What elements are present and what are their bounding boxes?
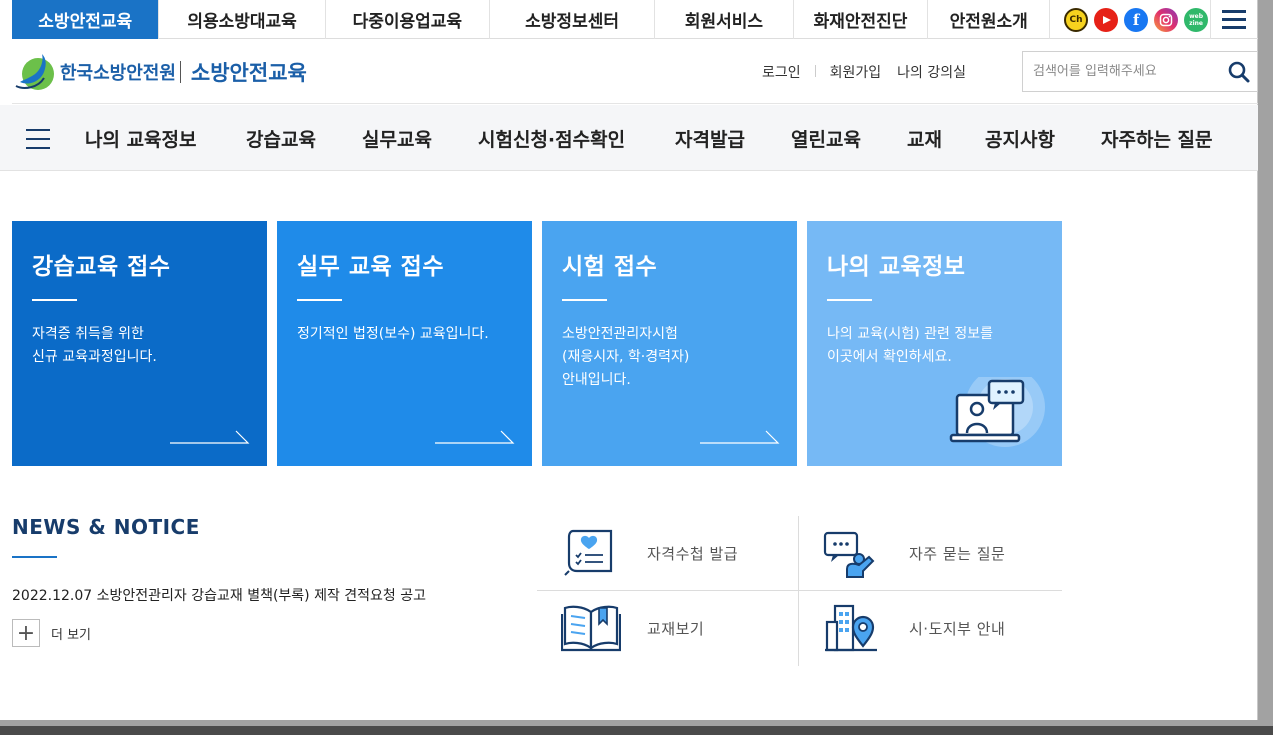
quick-link-certificate[interactable]: 자격수첩 발급 <box>537 516 799 590</box>
faq-person-icon <box>823 531 875 578</box>
arrow-right-icon <box>170 430 250 444</box>
page: 소방안전교육 의용소방대교육 다중이용업교육 소방정보센터 회원서비스 화재안전… <box>0 0 1258 720</box>
menu-icon[interactable] <box>26 129 50 149</box>
card-desc-line: 나의 교육(시험) 관련 정보를 <box>827 326 993 342</box>
nav-practical-education[interactable]: 실무교육 <box>362 125 432 152</box>
nav-notices[interactable]: 공지사항 <box>985 125 1055 152</box>
quick-link-label: 자주 묻는 질문 <box>909 544 1006 563</box>
tab-member-service[interactable]: 회원서비스 <box>655 0 794 39</box>
social-links: Ch f web zine <box>1050 0 1211 39</box>
card-desc-line: 정기적인 법정(보수) 교육입니다. <box>297 326 489 342</box>
logo-mark-icon <box>14 52 56 92</box>
building-location-icon <box>825 604 877 652</box>
card-title: 강습교육 접수 <box>32 254 171 280</box>
nav-open-education[interactable]: 열린교육 <box>791 125 861 152</box>
search-input[interactable] <box>1023 64 1218 79</box>
nav-qualification-issue[interactable]: 자격발급 <box>675 125 745 152</box>
window-right-edge <box>1258 0 1273 735</box>
window-bottom-edge <box>0 720 1273 735</box>
card-title: 시험 접수 <box>562 254 658 280</box>
signup-link[interactable]: 회원가입 <box>830 62 882 82</box>
main-nav: 나의 교육정보 강습교육 실무교육 시험신청·점수확인 자격발급 열린교육 교재… <box>0 105 1258 171</box>
card-title-underline <box>32 299 77 301</box>
tab-fire-safety-inspection[interactable]: 화재안전진단 <box>794 0 929 39</box>
sitemap-menu-button[interactable] <box>1211 0 1259 39</box>
certificate-icon <box>564 529 613 576</box>
quick-link-faq[interactable]: 자주 묻는 질문 <box>799 516 1061 590</box>
login-link[interactable]: 로그인 <box>762 62 801 82</box>
youtube-icon[interactable] <box>1094 7 1119 32</box>
org-name: 한국소방안전원 <box>60 63 176 84</box>
card-desc-line: 신규 교육과정입니다. <box>32 349 157 365</box>
quick-link-label: 교재보기 <box>647 619 705 638</box>
quick-link-textbook[interactable]: 교재보기 <box>537 591 799 665</box>
card-desc-line: 안내입니다. <box>562 372 631 388</box>
news-more-button[interactable]: + 더 보기 <box>12 619 91 647</box>
tab-about[interactable]: 안전원소개 <box>928 0 1051 39</box>
nav-training-course[interactable]: 강습교육 <box>246 125 316 152</box>
header-links: 로그인 회원가입 나의 강의실 <box>762 62 982 82</box>
news-list-item[interactable]: 2022.12.07 소방안전관리자 강습교재 별책(부록) 제작 견적요청 공… <box>12 585 426 605</box>
card-title: 실무 교육 접수 <box>297 254 444 280</box>
card-title-underline <box>827 299 872 301</box>
logo-divider <box>179 61 181 83</box>
nav-textbook[interactable]: 교재 <box>907 125 942 152</box>
tab-multi-use-business-education[interactable]: 다중이용업교육 <box>326 0 490 39</box>
arrow-right-icon <box>700 430 780 444</box>
card-title: 나의 교육정보 <box>827 254 966 280</box>
quick-link-label: 자격수첩 발급 <box>647 544 739 563</box>
top-site-tabs: 소방안전교육 의용소방대교육 다중이용업교육 소방정보센터 회원서비스 화재안전… <box>12 0 1258 39</box>
card-desc-line: 소방안전관리자시험 <box>562 326 678 342</box>
online-class-illustration-icon <box>949 377 1045 447</box>
link-divider <box>814 65 816 77</box>
search-icon[interactable] <box>1227 60 1251 84</box>
my-classroom-link[interactable]: 나의 강의실 <box>897 62 966 82</box>
card-my-education-info[interactable]: 나의 교육정보 나의 교육(시험) 관련 정보를 이곳에서 확인하세요. <box>807 221 1062 466</box>
more-label: 더 보기 <box>51 627 92 643</box>
arrow-right-icon <box>435 430 515 444</box>
news-section-title: NEWS & NOTICE <box>12 515 200 539</box>
card-title-underline <box>297 299 342 301</box>
instagram-icon[interactable] <box>1154 7 1179 32</box>
card-desc-line: (재응시자, 학·경력자) <box>562 349 690 365</box>
tab-volunteer-fire-education[interactable]: 의용소방대교육 <box>159 0 326 39</box>
quick-link-branch[interactable]: 시·도지부 안내 <box>799 591 1061 665</box>
plus-icon: + <box>12 619 40 647</box>
card-practical-application[interactable]: 실무 교육 접수 정기적인 법정(보수) 교육입니다. <box>277 221 532 466</box>
card-title-underline <box>562 299 607 301</box>
nav-faq[interactable]: 자주하는 질문 <box>1101 125 1213 152</box>
webzine-icon[interactable]: web zine <box>1184 7 1209 32</box>
open-book-icon <box>561 605 621 652</box>
nav-my-education-info[interactable]: 나의 교육정보 <box>85 125 197 152</box>
card-exam-application[interactable]: 시험 접수 소방안전관리자시험 (재응시자, 학·경력자) 안내입니다. <box>542 221 797 466</box>
nav-exam-application[interactable]: 시험신청·점수확인 <box>478 125 625 152</box>
facebook-icon[interactable]: f <box>1124 7 1149 32</box>
site-name: 소방안전교육 <box>190 61 307 85</box>
tab-fire-info-center[interactable]: 소방정보센터 <box>490 0 656 39</box>
header: 한국소방안전원 소방안전교육 로그인 회원가입 나의 강의실 <box>12 40 1258 104</box>
card-training-application[interactable]: 강습교육 접수 자격증 취득을 위한 신규 교육과정입니다. <box>12 221 267 466</box>
quick-link-label: 시·도지부 안내 <box>909 619 1006 638</box>
kakao-channel-icon[interactable]: Ch <box>1064 7 1089 32</box>
card-desc-line: 이곳에서 확인하세요. <box>827 349 952 365</box>
card-desc-line: 자격증 취득을 위한 <box>32 326 144 342</box>
tab-fire-safety-education[interactable]: 소방안전교육 <box>12 0 160 39</box>
logo[interactable]: 한국소방안전원 소방안전교육 <box>14 52 307 92</box>
search-box <box>1022 51 1258 92</box>
news-title-underline <box>12 556 57 558</box>
quick-links: 자격수첩 발급 자주 묻는 질문 교재보기 시·도지부 안내 <box>537 516 1062 666</box>
